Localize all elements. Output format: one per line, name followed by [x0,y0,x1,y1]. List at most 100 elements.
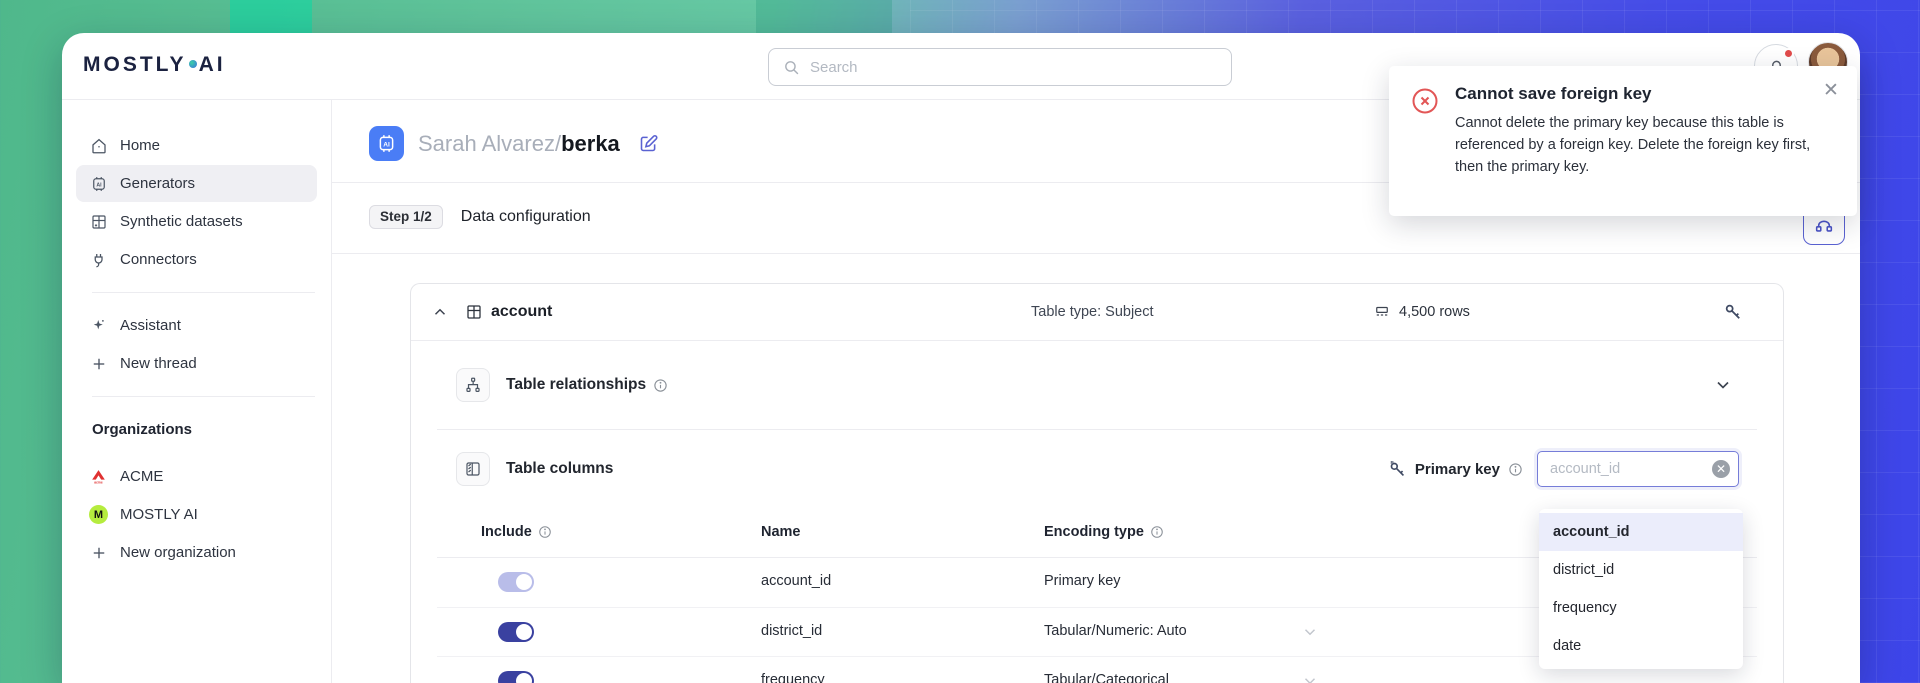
column-header-name: Name [761,524,801,540]
primary-key-dropdown: account_iddistrict_idfrequencydate [1539,509,1743,669]
sidebar-item-label: Synthetic datasets [120,213,243,230]
primary-key-label: Primary key [1415,461,1500,478]
edit-name-icon[interactable] [638,133,659,154]
include-toggle[interactable] [498,572,534,592]
assistant-icon [89,316,108,335]
toggle-knob [516,673,532,683]
columns-icon [456,452,490,486]
breadcrumb-project: berka [561,131,620,156]
sidebar-item-synthetic-datasets[interactable]: Synthetic datasets [76,203,317,240]
search-input[interactable] [810,59,1217,76]
sidebar-item-home[interactable]: Home [76,127,317,164]
svg-text:AI: AI [96,182,102,188]
organizations-heading: Organizations [92,421,331,438]
sidebar-item-acme[interactable]: acme ACME [76,458,317,495]
error-icon [1410,86,1440,116]
sidebar-item-generators[interactable]: AI Generators [76,165,317,202]
dropdown-option-frequency[interactable]: frequency [1539,589,1743,627]
svg-text:P: P [1390,460,1393,466]
dropdown-option-date[interactable]: date [1539,627,1743,665]
table-name: account [491,303,552,321]
chevron-down-icon[interactable] [1301,623,1319,641]
divider [92,292,315,293]
sidebar-item-assistant[interactable]: Assistant [76,307,317,344]
toggle-knob [516,624,532,640]
svg-text:AI: AI [383,141,390,148]
sidebar-item-label: Assistant [120,317,181,334]
encoding-type-value[interactable]: Tabular/Numeric: Auto [1044,623,1187,639]
breadcrumb: AI Sarah Alvarez/berka [369,126,659,161]
connectors-icon [89,250,108,269]
table-relationships-row[interactable]: Table relationships [411,341,1783,429]
info-icon[interactable] [1508,462,1523,477]
sidebar-item-label: New organization [120,544,236,561]
include-toggle[interactable] [498,622,534,642]
sidebar-item-label: Generators [120,175,195,192]
table-card-header: account Table type: Subject 4,500 rows [411,284,1783,341]
sidebar-item-connectors[interactable]: Connectors [76,241,317,278]
sidebar-item-mostly-ai[interactable]: M MOSTLY AI [76,496,317,533]
table-columns-row: Table columns P Primary key ✕ [411,430,1783,508]
column-name: frequency [761,672,825,683]
sidebar-item-label: Connectors [120,251,197,268]
sidebar-item-label: ACME [120,468,163,485]
toast-message: Cannot delete the primary key because th… [1455,112,1823,178]
step-badge: Step 1/2 [369,205,443,229]
key-icon[interactable] [1723,302,1743,322]
encoding-type-value: Primary key [1044,573,1121,589]
generator-icon: AI [369,126,404,161]
primary-key-input[interactable] [1537,451,1739,487]
acme-logo: acme [89,467,108,486]
table-type-label: Table type: Subject [1031,304,1154,320]
background-accent-block [230,0,312,34]
search-icon [783,59,800,76]
table-card-account: account Table type: Subject 4,500 rows [410,283,1784,683]
logo: MOSTLYAI [83,53,226,77]
chevron-down-icon[interactable] [1301,672,1319,683]
sidebar-item-new-thread[interactable]: New thread [76,345,317,382]
svg-text:acme: acme [94,481,103,485]
sidebar-item-label: New thread [120,355,197,372]
divider [332,253,1860,254]
sidebar-item-label: MOSTLY AI [120,506,198,523]
generators-icon: AI [89,174,108,193]
close-icon[interactable]: ✕ [1819,78,1843,102]
home-icon [89,136,108,155]
table-icon [465,303,483,321]
sidebar-item-new-organization[interactable]: New organization [76,534,317,571]
logo-dot [189,60,197,68]
plus-icon [89,543,108,562]
primary-key-icon: P [1388,460,1407,479]
dropdown-option-district_id[interactable]: district_id [1539,551,1743,589]
sidebar-item-label: Home [120,137,160,154]
dropdown-option-account_id[interactable]: account_id [1539,513,1743,551]
table-relationships-label: Table relationships [506,376,646,394]
plus-icon [89,354,108,373]
search-box[interactable] [768,48,1232,86]
column-header-include: Include [481,524,552,540]
column-name: account_id [761,573,831,589]
divider [92,396,315,397]
rows-icon [1373,303,1391,321]
chevron-down-icon[interactable] [1713,375,1733,395]
encoding-type-value[interactable]: Tabular/Categorical [1044,672,1169,683]
toast-error: Cannot save foreign key Cannot delete th… [1389,66,1857,216]
notification-dot [1783,48,1794,59]
info-icon[interactable] [538,525,552,539]
table-columns-label: Table columns [506,460,613,478]
step-title: Data configuration [461,208,591,226]
chevron-up-icon[interactable] [431,303,449,321]
relationships-icon [456,368,490,402]
column-name: district_id [761,623,822,639]
column-header-encoding-type: Encoding type [1044,524,1164,540]
info-icon[interactable] [1150,525,1164,539]
sidebar: Home AI Generators Synthetic datasets Connec… [62,100,332,683]
mostly-ai-logo: M [89,505,108,524]
include-toggle[interactable] [498,671,534,683]
breadcrumb-owner[interactable]: Sarah Alvarez/ [418,131,561,156]
synthetic-datasets-icon [89,212,108,231]
clear-primary-key-icon[interactable]: ✕ [1712,460,1730,478]
row-count: 4,500 rows [1399,304,1470,320]
toast-title: Cannot save foreign key [1455,84,1833,104]
info-icon[interactable] [653,378,668,393]
